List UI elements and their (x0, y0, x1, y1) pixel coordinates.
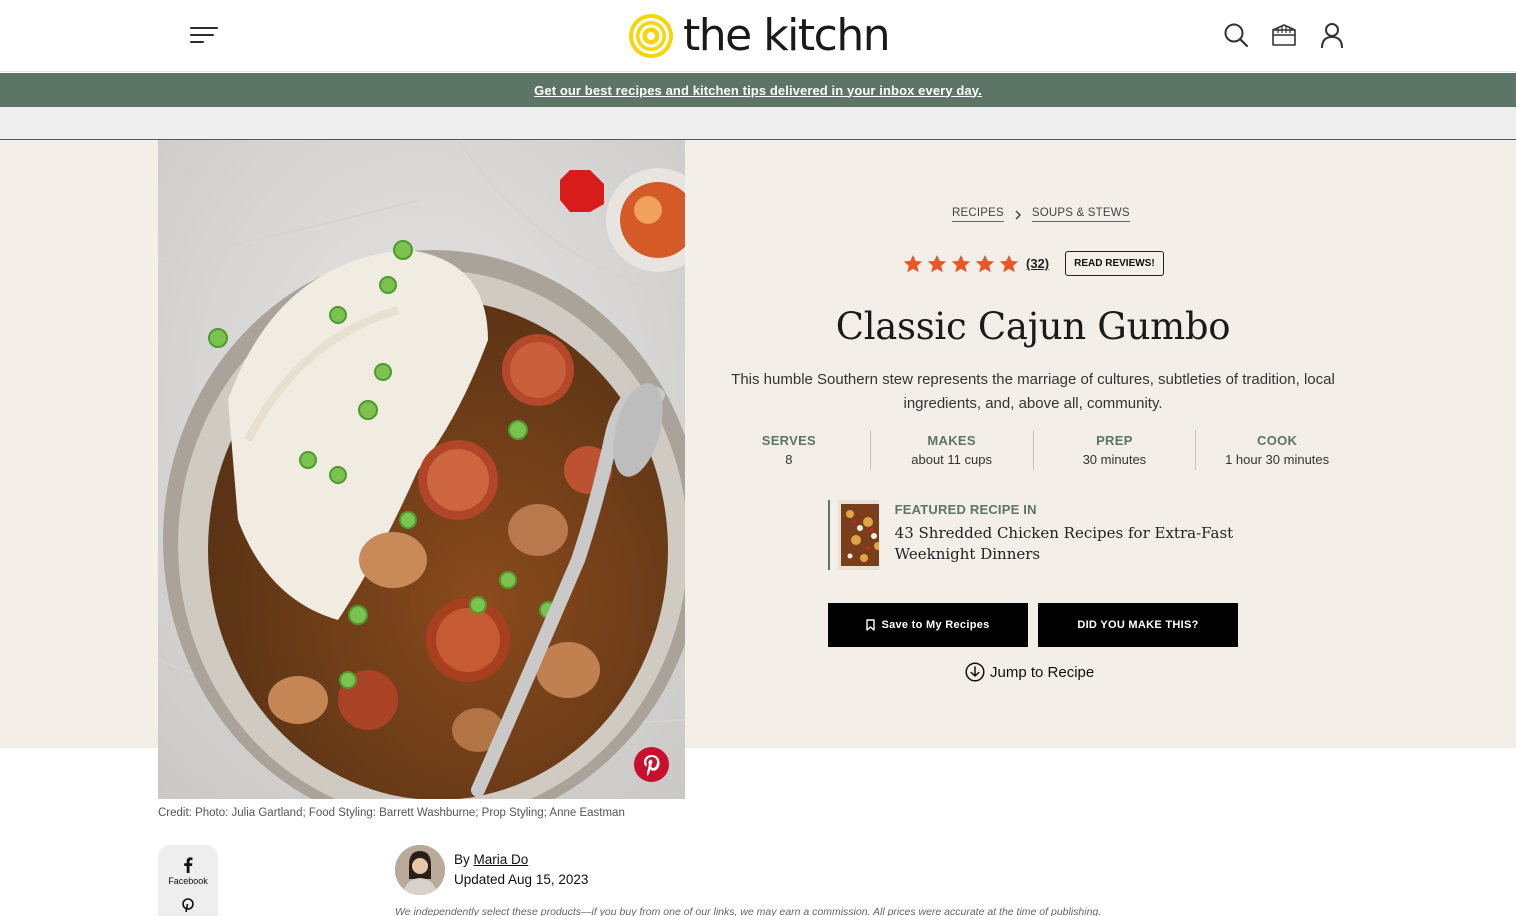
recipe-title: Classic Cajun Gumbo (835, 305, 1231, 348)
stat-value: about 11 cups (911, 452, 992, 467)
jump-to-recipe-link[interactable]: Jump to Recipe (965, 662, 1094, 682)
star-icon (951, 254, 971, 272)
stat-label: MAKES (927, 433, 976, 448)
facebook-label: Facebook (168, 876, 208, 886)
featured-thumbnail[interactable] (838, 500, 879, 570)
star-rating[interactable] (902, 253, 1020, 275)
save-to-my-recipes-button[interactable]: Save to My Recipes (828, 603, 1028, 647)
jump-label: Jump to Recipe (990, 663, 1095, 681)
pinterest-share-icon[interactable] (182, 898, 194, 916)
stat-label: SERVES (761, 433, 817, 448)
breadcrumb-soups-stews[interactable]: SOUPS & STEWS (1031, 207, 1130, 222)
share-rail: Facebook (158, 845, 218, 916)
user-icon[interactable] (1318, 20, 1346, 50)
recipe-description: This humble Southern stew represents the… (731, 371, 1335, 412)
ad-bar (0, 107, 1516, 140)
gumbo-image (158, 140, 685, 799)
bookmark-icon (866, 619, 876, 631)
author-byline: By Maria Do Updated Aug 15, 2023 (395, 845, 588, 895)
updated-date: Updated Aug 15, 2023 (454, 872, 589, 887)
stat-serves: SERVES 8 (708, 430, 870, 470)
site-header: the kitchn (0, 0, 1516, 72)
stat-value: 1 hour 30 minutes (1225, 452, 1330, 467)
save-label: Save to My Recipes (881, 619, 990, 631)
newsletter-promo-bar: Get our best recipes and kitchen tips de… (0, 73, 1516, 107)
chevron-right-icon (1015, 209, 1021, 220)
stat-value: 30 minutes (1082, 452, 1147, 467)
recipe-box-icon[interactable] (1270, 20, 1298, 50)
featured-accent-bar (828, 500, 831, 570)
author-avatar[interactable] (395, 845, 445, 895)
pinterest-save-button[interactable] (634, 747, 669, 782)
facebook-share-button[interactable]: Facebook (168, 857, 208, 886)
newsletter-promo-link[interactable]: Get our best recipes and kitchen tips de… (534, 83, 982, 98)
breadcrumb: RECIPES SOUPS & STEWS (952, 207, 1130, 222)
action-buttons: Save to My Recipes DID YOU MAKE THIS? (828, 603, 1238, 647)
made-label: DID YOU MAKE THIS? (1077, 619, 1199, 631)
arrow-down-circle-icon (965, 662, 985, 682)
recipe-stats: SERVES 8 MAKES about 11 cups PREP 30 min… (708, 430, 1358, 470)
read-reviews-button[interactable]: READ REVIEWS! (1065, 251, 1164, 276)
stat-prep: PREP 30 minutes (1032, 430, 1196, 470)
stat-label: COOK (1257, 433, 1298, 448)
search-icon[interactable] (1222, 20, 1250, 50)
byline-by: By (454, 852, 470, 867)
star-icon (927, 254, 947, 272)
logo-spiral-icon (629, 14, 673, 58)
did-you-make-this-button[interactable]: DID YOU MAKE THIS? (1038, 603, 1238, 647)
stat-label: PREP (1096, 433, 1133, 448)
featured-recipe-link[interactable]: 43 Shredded Chicken Recipes for Extra-Fa… (895, 523, 1248, 565)
recipe-photo (158, 140, 685, 799)
author-name-link[interactable]: Maria Do (474, 852, 529, 867)
stat-makes: MAKES about 11 cups (869, 430, 1033, 470)
photo-credit: Credit: Photo: Julia Gartland; Food Styl… (158, 807, 625, 819)
pinterest-icon (643, 754, 660, 776)
facebook-icon (184, 857, 193, 873)
rating-count[interactable]: (32) (1026, 256, 1049, 271)
stat-cook: COOK 1 hour 30 minutes (1195, 430, 1358, 470)
affiliate-disclaimer: We independently select these products—i… (395, 906, 1102, 916)
site-logo[interactable]: the kitchn (627, 10, 891, 62)
featured-recipe-card[interactable]: FEATURED RECIPE IN 43 Shredded Chicken R… (828, 500, 1248, 572)
breadcrumb-recipes[interactable]: RECIPES (952, 207, 1004, 222)
rating-row: (32) READ REVIEWS! (902, 251, 1164, 276)
star-icon (975, 254, 995, 272)
logo-text: the kitchn (683, 10, 891, 61)
star-icon (903, 254, 923, 272)
menu-icon[interactable] (190, 24, 222, 46)
stat-value: 8 (785, 452, 793, 467)
star-icon (999, 254, 1019, 272)
featured-label: FEATURED RECIPE IN (894, 502, 1037, 517)
